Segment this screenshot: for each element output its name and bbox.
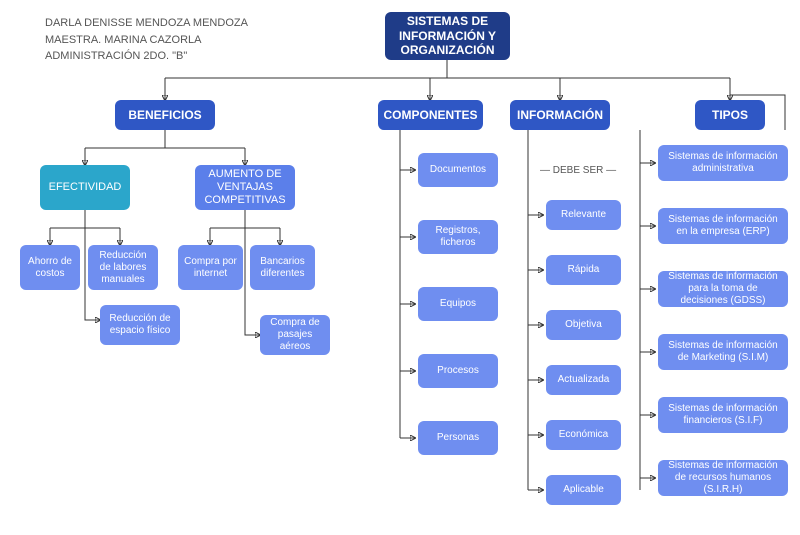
tipos-item-0: Sistemas de información administrativa — [658, 145, 788, 181]
node-reduccion-espacio: Reducción de espacio físico — [100, 305, 180, 345]
meta-line-3: ADMINISTRACIÓN 2DO. "B" — [45, 48, 248, 65]
section-componentes: COMPONENTES — [378, 100, 483, 130]
informacion-item-2: Objetiva — [546, 310, 621, 340]
node-compra-internet: Compra por internet — [178, 245, 243, 290]
node-compra-pasajes: Compra de pasajes aéreos — [260, 315, 330, 355]
node-efectividad-label: EFECTIVIDAD — [49, 181, 122, 194]
meta-line-2: MAESTRA. MARINA CAZORLA — [45, 32, 248, 49]
tipos-item-4: Sistemas de información financieros (S.I… — [658, 397, 788, 433]
section-tipos-label: TIPOS — [712, 108, 748, 122]
componentes-item-3: Procesos — [418, 354, 498, 388]
node-compra-pasajes-label: Compra de pasajes aéreos — [266, 317, 324, 353]
root-label: SISTEMAS DE INFORMACIÓN Y ORGANIZACIÓN — [391, 14, 504, 57]
section-tipos: TIPOS — [695, 100, 765, 130]
componentes-item-4: Personas — [418, 421, 498, 455]
node-bancarios-label: Bancarios diferentes — [256, 256, 309, 280]
root-node: SISTEMAS DE INFORMACIÓN Y ORGANIZACIÓN — [385, 12, 510, 60]
node-efectividad: EFECTIVIDAD — [40, 165, 130, 210]
section-beneficios-label: BENEFICIOS — [128, 108, 201, 122]
node-ahorro: Ahorro de costos — [20, 245, 80, 290]
informacion-item-1: Rápida — [546, 255, 621, 285]
section-informacion: INFORMACIÓN — [510, 100, 610, 130]
informacion-item-4: Económica — [546, 420, 621, 450]
informacion-item-3: Actualizada — [546, 365, 621, 395]
header-meta: DARLA DENISSE MENDOZA MENDOZA MAESTRA. M… — [45, 15, 248, 65]
node-bancarios: Bancarios diferentes — [250, 245, 315, 290]
componentes-item-1: Registros, ficheros — [418, 220, 498, 254]
node-reduccion-espacio-label: Reducción de espacio físico — [106, 313, 174, 337]
node-ventajas-label: AUMENTO DE VENTAJAS COMPETITIVAS — [201, 168, 289, 208]
informacion-item-5: Aplicable — [546, 475, 621, 505]
node-ventajas: AUMENTO DE VENTAJAS COMPETITIVAS — [195, 165, 295, 210]
informacion-item-0: Relevante — [546, 200, 621, 230]
tipos-item-5: Sistemas de información de recursos huma… — [658, 460, 788, 496]
node-reduccion-labores: Reducción de labores manuales — [88, 245, 158, 290]
section-componentes-label: COMPONENTES — [384, 108, 478, 122]
section-beneficios: BENEFICIOS — [115, 100, 215, 130]
tipos-item-1: Sistemas de información en la empresa (E… — [658, 208, 788, 244]
componentes-item-2: Equipos — [418, 287, 498, 321]
meta-line-1: DARLA DENISSE MENDOZA MENDOZA — [45, 15, 248, 32]
componentes-item-0: Documentos — [418, 153, 498, 187]
node-reduccion-labores-label: Reducción de labores manuales — [94, 250, 152, 286]
section-informacion-label: INFORMACIÓN — [517, 108, 603, 122]
tipos-item-2: Sistemas de información para la toma de … — [658, 271, 788, 307]
node-compra-internet-label: Compra por internet — [184, 256, 237, 280]
tipos-item-3: Sistemas de información de Marketing (S.… — [658, 334, 788, 370]
informacion-subtitle: — DEBE SER — — [540, 165, 600, 176]
node-ahorro-label: Ahorro de costos — [26, 256, 74, 280]
